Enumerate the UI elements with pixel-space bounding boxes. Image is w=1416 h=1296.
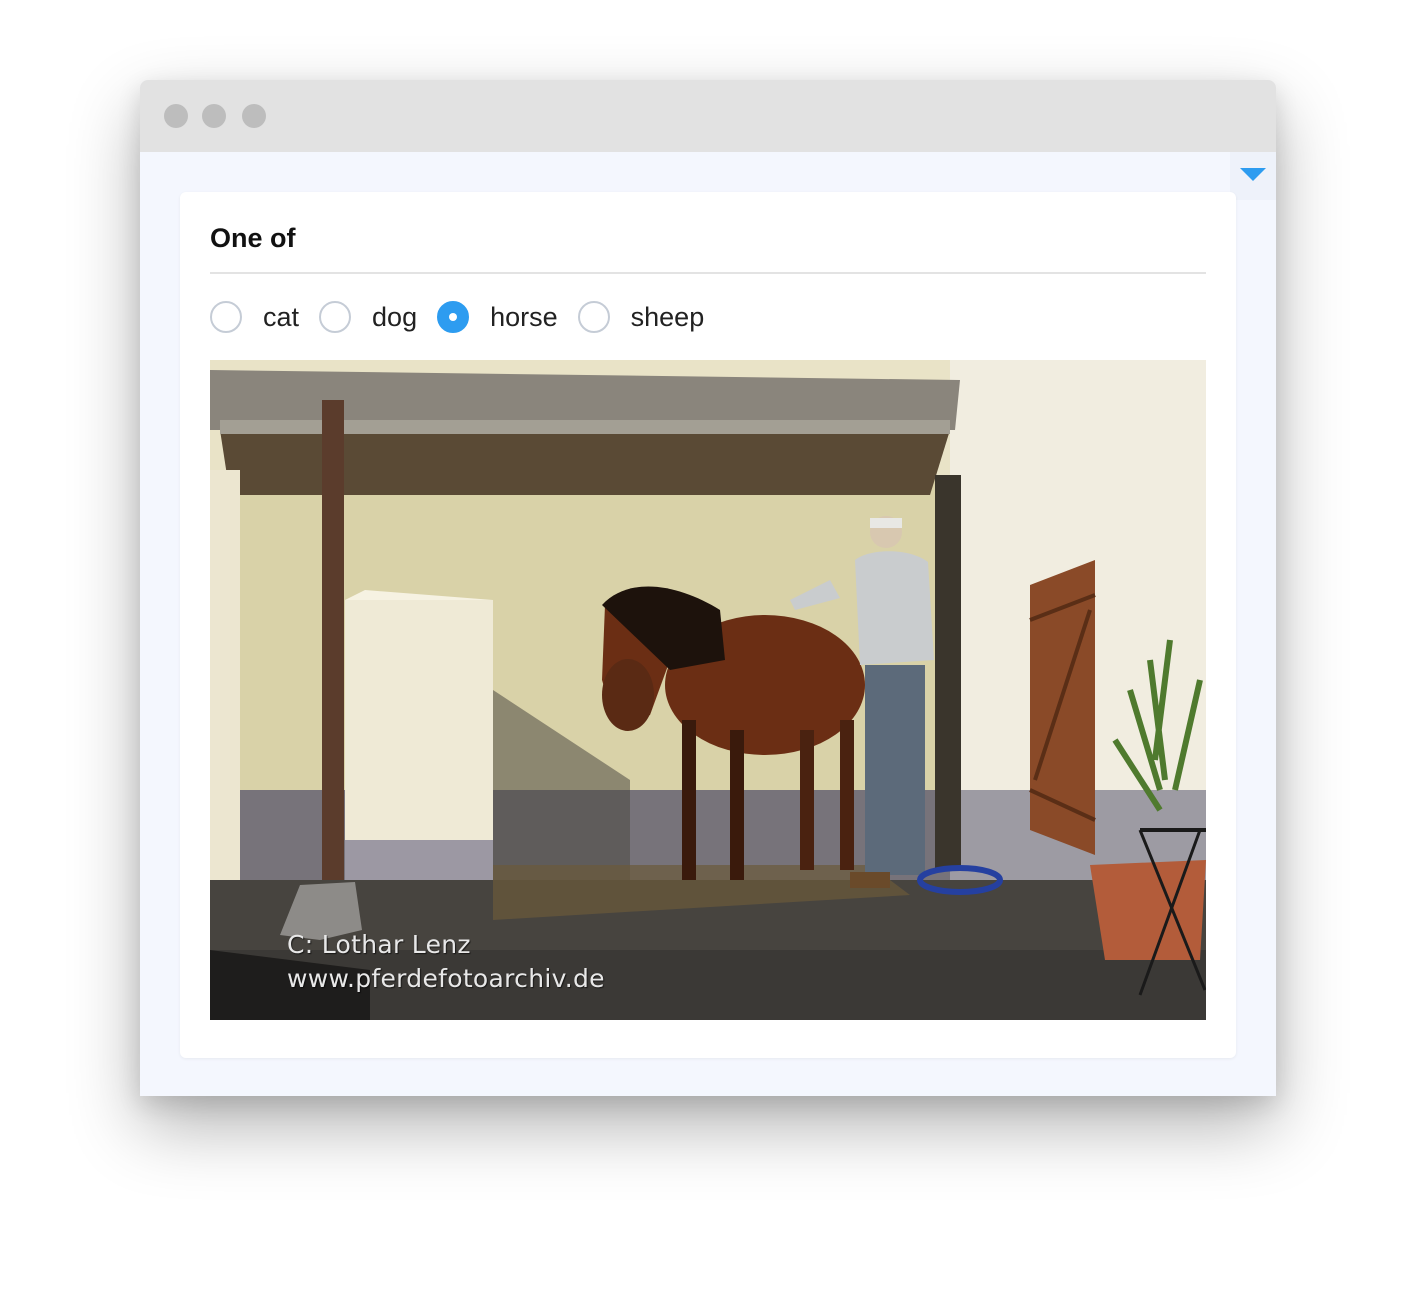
- choice-label: sheep: [630, 302, 705, 332]
- title-bar: [140, 80, 1276, 152]
- page-content: One of cat dog horse sheep C: Lothar Len…: [140, 152, 1276, 1096]
- choice-cat[interactable]: cat: [210, 298, 299, 336]
- close-window-button[interactable]: [164, 104, 188, 128]
- photo-watermark-credit: C: Lothar Lenz: [287, 930, 471, 959]
- maximize-window-button[interactable]: [242, 104, 266, 128]
- radio-button[interactable]: [210, 301, 242, 333]
- choice-label: cat: [263, 302, 300, 332]
- radio-button[interactable]: [319, 301, 352, 333]
- browser-window: One of cat dog horse sheep C: Lothar Len…: [140, 80, 1276, 1096]
- radio-button-selected[interactable]: [437, 301, 470, 333]
- minimize-window-button[interactable]: [202, 104, 226, 128]
- dropdown-toggle-button[interactable]: [1230, 152, 1276, 200]
- question-image: C: Lothar Lenz www.pferdefotoarchiv.de: [210, 360, 1206, 1020]
- choice-horse[interactable]: horse: [437, 298, 558, 336]
- horse-stable-photo: [210, 360, 1206, 1020]
- choice-dog[interactable]: dog: [319, 298, 417, 336]
- question-panel: One of cat dog horse sheep C: Lothar Len…: [180, 192, 1236, 1058]
- photo-watermark-url: www.pferdefotoarchiv.de: [287, 964, 605, 993]
- choice-sheep[interactable]: sheep: [577, 298, 705, 336]
- caret-down-icon: [1240, 168, 1266, 181]
- choice-label: horse: [490, 302, 558, 332]
- title-divider: [210, 272, 1206, 274]
- radio-button[interactable]: [577, 301, 610, 333]
- choice-label: dog: [372, 302, 418, 332]
- question-title: One of: [210, 223, 296, 253]
- radio-group: cat dog horse sheep: [210, 298, 724, 336]
